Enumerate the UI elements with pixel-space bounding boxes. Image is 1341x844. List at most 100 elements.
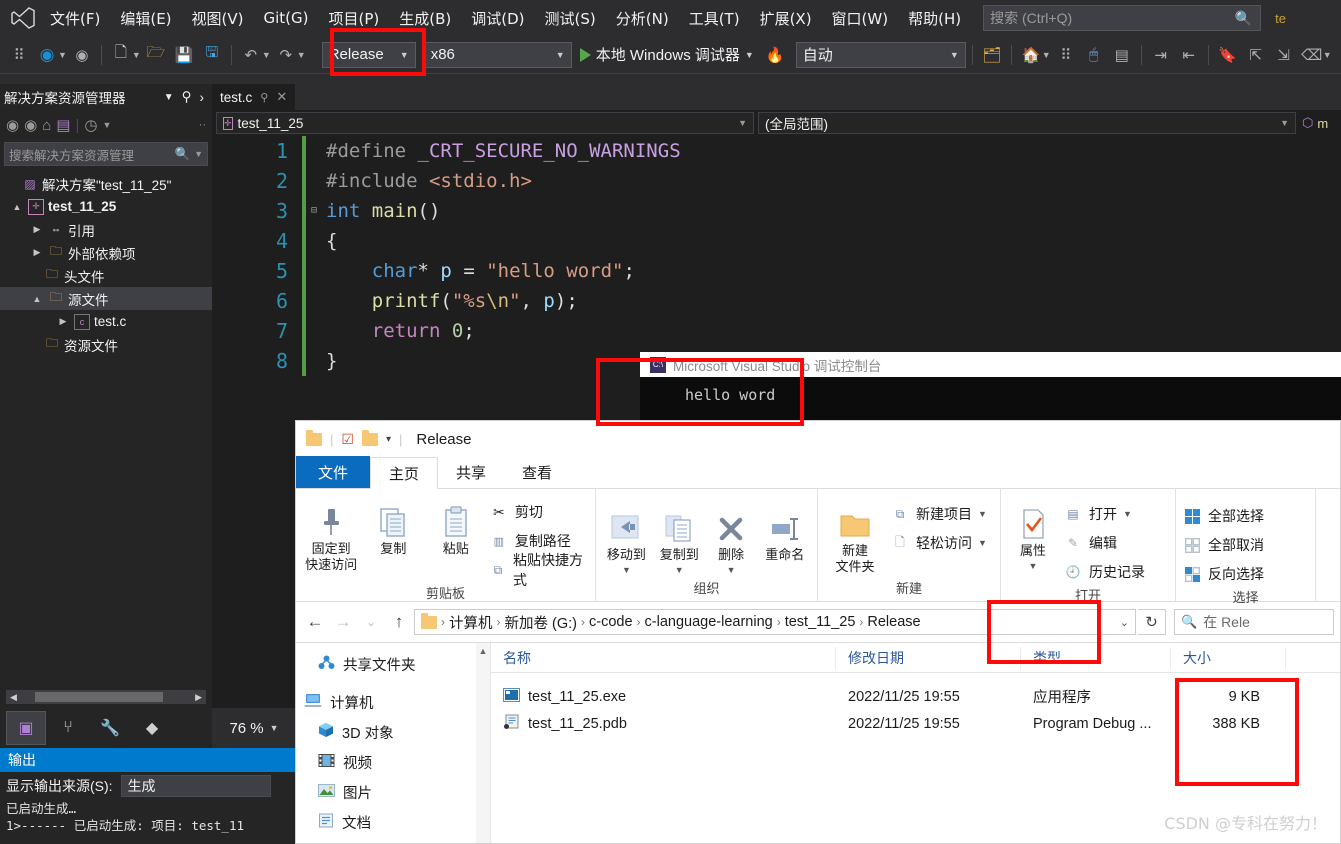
previous-bookmark-icon[interactable]: ⇱ — [1243, 42, 1269, 68]
chevron-down-icon[interactable]: ▼ — [622, 565, 631, 575]
toolbar-overflow-icon[interactable]: ▼ — [1323, 50, 1332, 60]
open-button[interactable]: ▤ 打开 ▼ — [1063, 501, 1145, 527]
new-project-icon[interactable]: 🗋 — [108, 42, 134, 68]
up-icon[interactable]: ↑ — [386, 609, 412, 635]
menu-item-analyze[interactable]: 分析(N) — [606, 4, 679, 33]
tree-expander[interactable]: ▶ — [56, 316, 70, 327]
nav-item-computer[interactable]: 计算机 — [296, 687, 490, 717]
history-button[interactable]: 🕘 历史记录 — [1063, 559, 1145, 585]
pin-icon[interactable]: ⚲ — [260, 91, 268, 104]
nav-item-videos[interactable]: 视频 — [296, 747, 490, 777]
menu-item-file[interactable]: 文件(F) — [40, 4, 110, 33]
easy-access-button[interactable]: 🗋 轻松访问 ▼ — [890, 530, 987, 556]
toggle-bookmark-icon[interactable]: 🔖 — [1215, 42, 1241, 68]
ribbon-tab-share[interactable]: 共享 — [438, 456, 504, 488]
menu-item-edit[interactable]: 编辑(E) — [110, 4, 181, 33]
tree-node-resource-files[interactable]: 🗀 资源文件 — [0, 333, 212, 356]
edit-button[interactable]: ✎ 编辑 — [1063, 530, 1145, 556]
comment-icon[interactable]: ▤ — [1109, 42, 1135, 68]
save-icon[interactable]: 💾 — [171, 42, 197, 68]
paste-shortcut-button[interactable]: ⧉ 粘贴快捷方式 — [489, 552, 589, 588]
invert-selection-button[interactable]: 反向选择 — [1182, 561, 1264, 587]
forward-icon[interactable]: → — [330, 609, 356, 635]
tree-expander[interactable]: ▶ — [30, 224, 44, 235]
undo-icon[interactable]: ↶ — [238, 42, 264, 68]
output-source-combo[interactable]: 生成 — [120, 775, 271, 797]
nav-item-shared-folder[interactable]: 共享文件夹 — [296, 649, 490, 679]
ribbon-tab-home[interactable]: 主页 — [370, 457, 439, 489]
copy-button[interactable]: 复制 — [364, 493, 422, 557]
back-icon[interactable]: ← — [302, 609, 328, 635]
nav-item-pictures[interactable]: 图片 — [296, 777, 490, 807]
tree-expander[interactable]: ▶ — [30, 247, 44, 258]
nav-item-3d-objects[interactable]: 3D 对象 — [296, 717, 490, 747]
breadcrumb-item-test-11-25[interactable]: test_11_25 — [785, 614, 856, 630]
live-share-icon[interactable]: 🏠 — [1018, 42, 1044, 68]
chevron-down-icon[interactable]: ▼ — [102, 120, 111, 130]
paste-button[interactable]: 粘贴 — [427, 493, 485, 557]
column-header-name[interactable]: 名称 — [491, 646, 836, 669]
open-file-icon[interactable]: 🗁 — [143, 42, 169, 68]
tab-class-view[interactable]: ◆ — [132, 711, 172, 745]
menu-item-build[interactable]: 生成(B) — [389, 4, 461, 33]
menu-item-test[interactable]: 测试(S) — [535, 4, 606, 33]
close-icon[interactable]: ✕ — [276, 89, 287, 105]
menu-item-project[interactable]: 项目(P) — [319, 4, 390, 33]
nav-project-combo[interactable]: ✛ test_11_25 ▼ — [216, 112, 754, 134]
breadcrumb-item-computer[interactable]: 计算机 — [449, 612, 493, 633]
quick-search-input[interactable]: 搜索 (Ctrl+Q) 🔍 — [983, 5, 1262, 31]
column-header-date[interactable]: 修改日期 — [836, 646, 1021, 669]
column-header-size[interactable]: 大小 — [1171, 646, 1286, 669]
breadcrumb-item-release[interactable]: Release — [867, 614, 920, 630]
menu-item-tools[interactable]: 工具(T) — [679, 4, 750, 33]
properties-button[interactable]: 属性 ▼ — [1007, 495, 1059, 571]
breadcrumb-root-icon[interactable] — [421, 612, 437, 629]
chevron-down-icon[interactable]: ⌄ — [1112, 616, 1129, 629]
menu-item-git[interactable]: Git(G) — [254, 5, 319, 31]
tab-team-explorer[interactable]: ⑂ — [48, 711, 88, 745]
find-in-files-icon[interactable]: 🗂 — [979, 42, 1005, 68]
qat-new-folder-icon[interactable] — [361, 429, 378, 446]
redo-caret-icon[interactable]: ▼ — [297, 50, 306, 60]
clear-bookmarks-icon[interactable]: ⌫ — [1299, 42, 1325, 68]
editor-zoom-combo[interactable]: 76 % ▼ — [212, 708, 296, 748]
menu-item-extensions[interactable]: 扩展(X) — [750, 4, 822, 33]
nav-scope-combo[interactable]: (全局范围) ▼ — [758, 112, 1296, 134]
chevron-down-icon[interactable]: ▼ — [1123, 509, 1132, 519]
redo-icon[interactable]: ↷ — [273, 42, 299, 68]
column-header-type[interactable]: 类型 — [1021, 646, 1171, 669]
tree-node-external-dependencies[interactable]: ▶ 🗀 外部依赖项 — [0, 241, 212, 264]
new-project-caret-icon[interactable]: ▼ — [132, 50, 141, 60]
tab-properties[interactable]: 🔧 — [90, 711, 130, 745]
editor-tab-test-c[interactable]: test.c ⚲ ✕ — [212, 84, 296, 110]
menu-item-view[interactable]: 视图(V) — [182, 4, 254, 33]
new-item-button[interactable]: ⧉ 新建项目 ▼ — [890, 501, 987, 527]
switch-views-icon[interactable]: ▤ — [56, 116, 70, 134]
scrollbar-thumb[interactable] — [34, 692, 163, 702]
debug-config-combo[interactable]: 自动 ▼ — [795, 41, 966, 68]
tree-expander[interactable]: ▲ — [10, 202, 24, 212]
next-bookmark-icon[interactable]: ⇲ — [1271, 42, 1297, 68]
chevron-down-icon[interactable]: ▼ — [190, 149, 203, 159]
start-debugging-button[interactable]: 本地 Windows 调试器 ▼ — [574, 44, 760, 65]
chevron-down-icon[interactable]: ▼ — [978, 509, 987, 519]
solution-configuration-combo[interactable]: Release ▼ — [321, 41, 416, 68]
step-into-icon[interactable]: 🖱 — [1081, 42, 1107, 68]
close-panel-icon[interactable]: › — [196, 90, 209, 105]
save-all-icon[interactable]: 🖫 — [199, 42, 225, 68]
cut-button[interactable]: ✂ 剪切 — [489, 499, 589, 525]
panel-overflow-icon[interactable]: ·· — [199, 119, 206, 131]
back-icon[interactable]: ◉ — [6, 116, 19, 134]
explorer-search-input[interactable]: 🔍 在 Rele — [1174, 609, 1334, 635]
solution-explorer-hscrollbar[interactable]: ◀ ▶ — [6, 690, 206, 704]
ribbon-tab-view[interactable]: 查看 — [504, 456, 570, 488]
menu-item-help[interactable]: 帮助(H) — [898, 4, 971, 33]
delete-button[interactable]: 删除 ▼ — [708, 499, 755, 575]
chevron-down-icon[interactable]: ▼ — [727, 565, 736, 575]
copy-to-button[interactable]: 复制到 ▼ — [655, 499, 704, 575]
tree-node-test-c[interactable]: ▶ c test.c — [0, 310, 212, 333]
solution-explorer-search-input[interactable]: 搜索解决方案资源管理 🔍 ▼ — [4, 142, 208, 166]
chevron-down-icon[interactable]: ▼ — [160, 92, 178, 103]
navigate-backward-icon[interactable]: ◉ — [34, 42, 60, 68]
decrease-indent-icon[interactable]: ⇤ — [1176, 42, 1202, 68]
